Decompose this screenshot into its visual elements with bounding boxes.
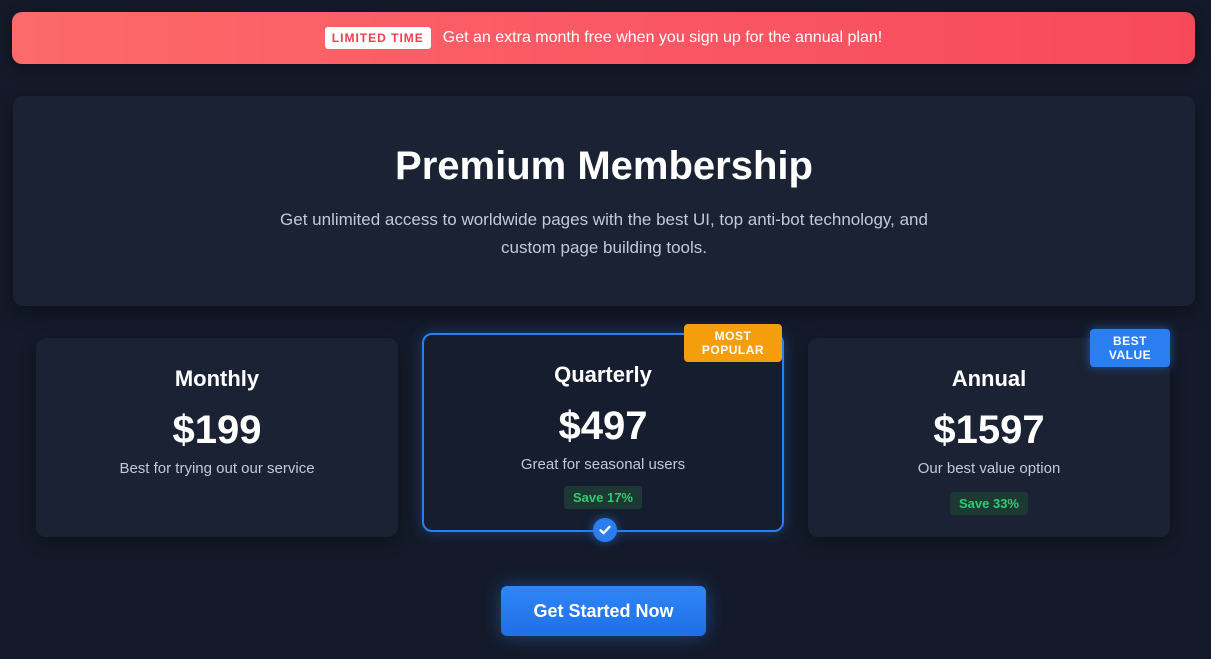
promo-text: Get an extra month free when you sign up… [442, 29, 883, 46]
plan-name: Quarterly [554, 362, 652, 387]
limited-time-badge: LIMITED TIME [324, 27, 431, 49]
promo-banner: LIMITED TIME Get an extra month free whe… [12, 12, 1195, 64]
plan-card-annual[interactable]: Annual $1597 Our best value option Save … [808, 329, 1170, 537]
page-title: Premium Membership [395, 144, 813, 188]
get-started-button[interactable]: Get Started Now [501, 586, 706, 636]
plan-card-quarterly[interactable]: Quarterly $497 Great for seasonal users … [422, 324, 784, 542]
plan-price: $497 [558, 404, 648, 448]
plan-name: Monthly [174, 366, 260, 391]
hero-panel: Premium Membership Get unlimited access … [13, 96, 1195, 306]
plan-price: $199 [172, 408, 262, 452]
plan-name: Annual [951, 366, 1027, 391]
plan-description: Great for seasonal users [520, 456, 686, 473]
plan-description: Best for trying out our service [119, 460, 315, 477]
save-badge: Save 33% [950, 492, 1028, 515]
most-popular-badge: MOST POPULAR [684, 324, 782, 362]
best-value-badge: BEST VALUE [1090, 329, 1170, 367]
plan-price: $1597 [933, 408, 1045, 452]
hero-description: Get unlimited access to worldwide pages … [280, 210, 928, 257]
check-circle-icon [593, 518, 617, 542]
save-badge: Save 17% [564, 486, 642, 509]
plan-description: Our best value option [917, 460, 1061, 477]
plan-card-monthly[interactable]: Monthly $199 Best for trying out our ser… [36, 338, 398, 537]
